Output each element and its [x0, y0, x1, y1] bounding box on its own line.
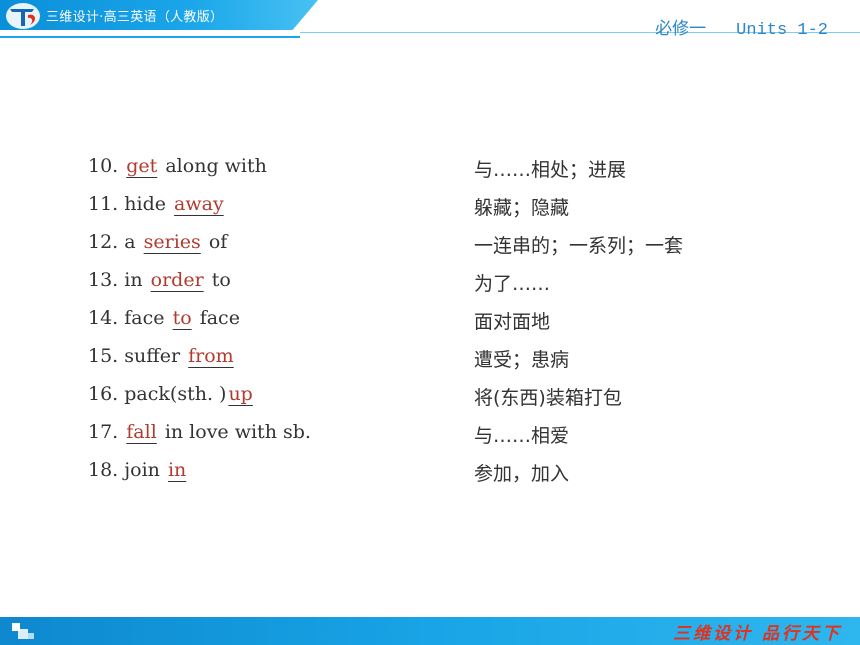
answer: order: [150, 269, 204, 291]
translation: 与……相处；进展: [474, 159, 627, 181]
header-unit-label: 必修一 Units 1-2: [655, 14, 828, 40]
header-divider: [0, 36, 300, 38]
answer: up: [228, 383, 253, 405]
list-item: 10. get along with 与……相处；进展: [82, 149, 782, 187]
footer-bar: 三维设计 品行天下: [0, 617, 860, 645]
answer: from: [188, 345, 234, 367]
header-title: 三维设计·高三英语（人教版）: [46, 10, 224, 25]
translation: 面对面地: [474, 311, 551, 333]
translation: 为了……: [474, 273, 551, 295]
list-item: 13. in order to 为了……: [82, 263, 782, 301]
phrase: 17. fall in love with sb.: [88, 421, 311, 443]
translation: 与……相爱: [474, 425, 570, 447]
phrase-list: 10. get along with 与……相处；进展 11. hide awa…: [82, 149, 782, 496]
translation: 一连串的；一系列；一套: [474, 235, 684, 257]
list-item: 14. face to face 面对面地: [82, 301, 782, 339]
translation: 躲藏；隐藏: [474, 197, 570, 219]
list-item: 18. join in 参加，加入: [82, 453, 782, 491]
phrase: 16. pack(sth. ) up: [88, 383, 253, 405]
brand-logo-icon: [6, 3, 40, 29]
book-label: 必修一: [655, 21, 707, 40]
translation: 将(东西)装箱打包: [474, 387, 622, 409]
answer: to: [172, 307, 192, 329]
answer: get: [126, 155, 158, 177]
phrase: 13. in order to: [88, 269, 231, 291]
list-item: 17. fall in love with sb. 与……相爱: [82, 415, 782, 453]
list-item: 16. pack(sth. ) up 将(东西)装箱打包: [82, 377, 782, 415]
list-item: 12. a series of 一连串的；一系列；一套: [82, 225, 782, 263]
squares-icon: [12, 623, 34, 639]
units-label: Units 1-2: [736, 21, 828, 40]
answer: fall: [126, 421, 157, 443]
phrase: 11. hide away: [88, 193, 224, 215]
phrase: 15. suffer from: [88, 345, 234, 367]
answer: in: [167, 459, 187, 481]
translation: 参加，加入: [474, 463, 570, 485]
phrase: 18. join in: [88, 459, 187, 481]
footer-slogan: 三维设计 品行天下: [673, 624, 842, 644]
answer: series: [143, 231, 201, 253]
translation: 遭受；患病: [474, 349, 570, 371]
list-item: 11. hide away 躲藏；隐藏: [82, 187, 782, 225]
phrase: 12. a series of: [88, 231, 228, 253]
phrase: 10. get along with: [88, 155, 267, 177]
phrase: 14. face to face: [88, 307, 240, 329]
answer: away: [174, 193, 224, 215]
list-item: 15. suffer from 遭受；患病: [82, 339, 782, 377]
